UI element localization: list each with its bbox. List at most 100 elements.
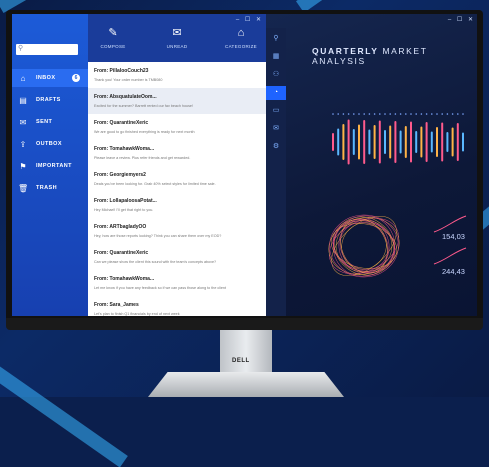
sidebar-item-label: INBOX (36, 75, 56, 81)
bar-dot (451, 113, 454, 115)
bar-dot (394, 113, 397, 115)
bar-dot (446, 113, 449, 115)
message-sender: From: QuarantineXeric (94, 250, 149, 256)
bar-graphic (462, 132, 464, 152)
bar-graphic (337, 128, 340, 156)
bar-dot (353, 113, 355, 115)
bar-dot (399, 113, 402, 115)
sent-icon: ✉ (19, 117, 27, 127)
list-item[interactable]: From: TomahawkWoma... Please leave a rev… (88, 140, 266, 166)
message-snippet: We are good to go finished everything is… (94, 130, 195, 134)
list-item[interactable]: From: TomahawkWoma... Let me know if you… (88, 270, 266, 296)
search-input[interactable]: ⚲ (16, 44, 78, 55)
bar-graphic (358, 124, 360, 160)
sidebar-item-trash[interactable]: 🗑 TRASH (12, 179, 88, 197)
sidebar-item-label: IMPORTANT (36, 163, 72, 169)
sidebar-item-inbox[interactable]: ⌂ INBOX 6 (12, 69, 88, 87)
message-snippet: Let's plan to finish Q1 financials by en… (94, 312, 180, 316)
bar-dot (389, 113, 391, 115)
list-item[interactable]: From: QuarantineXeric Can we please show… (88, 244, 266, 270)
bar-graphic (425, 122, 428, 162)
bar-graphic (436, 127, 438, 157)
message-sender: From: TomahawkWoma... (94, 276, 155, 282)
list-item[interactable]: From: Sara_James Let's plan to finish Q1… (88, 296, 266, 316)
list-item[interactable]: From: QuarantineXeric We are good to go … (88, 114, 266, 140)
bar-graphic (441, 122, 444, 162)
monitor-stand-neck (220, 330, 272, 374)
flag-icon: ⚑ (19, 161, 27, 171)
wave-line (332, 219, 396, 273)
sidebar-item-drafts[interactable]: ▤ DRAFTS (12, 91, 88, 109)
bar-dot (436, 113, 438, 115)
bar-dot (368, 113, 371, 115)
sidebar-item-label: SENT (36, 119, 53, 125)
list-item[interactable]: From: LollapaloosaPotat... Hey Michael! … (88, 192, 266, 218)
sidebar-item-sent[interactable]: ✉ SENT (12, 113, 88, 131)
list-item[interactable]: From: ARTbagladyOO Hey, how are those re… (88, 218, 266, 244)
message-snippet: Excited for the summer? Barrett rented o… (94, 104, 193, 108)
message-snippet: Hey, how are those reports looking? Thin… (94, 234, 222, 238)
bar-graphic (420, 126, 423, 158)
bar-dot (415, 113, 417, 115)
message-sender: From: QuarantineXeric (94, 120, 149, 126)
list-item[interactable]: From: Georgiemyers2 Deals you've been lo… (88, 166, 266, 192)
mail-toolbar: – ☐ ✕ ✎ COMPOSE ✉ UNREAD ⌂ CATEGORIZE (88, 14, 266, 62)
sidebar-item-outbox[interactable]: ⇪ OUTBOX (12, 135, 88, 153)
bar-graphic (410, 121, 412, 163)
categorize-label: CATEGORIZE (225, 44, 257, 49)
sidebar-item-label: OUTBOX (36, 141, 62, 147)
bar-dot (337, 113, 339, 115)
message-sender: From: AbsquatulateOom... (94, 94, 157, 100)
wave-line (335, 219, 393, 273)
bar-dot (431, 113, 433, 115)
bar-dot (462, 113, 464, 115)
bar-graphic (446, 132, 449, 152)
list-item[interactable]: From: PillalooCouch23 Thank you! Your or… (88, 62, 266, 88)
tag-icon: ⌂ (237, 27, 245, 39)
message-snippet: Please leave a review. Plus refer friend… (94, 156, 191, 160)
draft-icon: ▤ (19, 95, 27, 105)
bar-graphic (394, 121, 397, 163)
compose-button[interactable]: ✎ COMPOSE (88, 26, 138, 49)
wave-line (333, 216, 395, 276)
bar-graphic (368, 129, 371, 155)
brand-logo: DELL (232, 358, 250, 364)
bar-graphic (378, 120, 381, 164)
bar-dot (441, 113, 443, 115)
bar-graphic (373, 125, 376, 159)
envelope-icon: ✉ (172, 27, 182, 39)
categorize-button[interactable]: ⌂ CATEGORIZE (216, 26, 266, 49)
stat-value-2: 244,43 (442, 267, 465, 276)
pencil-icon: ✎ (108, 27, 118, 39)
bar-graphic (389, 125, 392, 159)
analytics-window: – ☐ ✕ ⚲ ▦ ⚇ ◔ ▭ ✉ ⚙ QUARTERLY MARKET ANA… (266, 14, 477, 316)
sidebar-item-label: TRASH (36, 185, 57, 191)
bar-graphic (415, 131, 418, 153)
sidebar-item-important[interactable]: ⚑ IMPORTANT (12, 157, 88, 175)
search-icon: ⚲ (18, 45, 24, 52)
bar-graphic (451, 127, 454, 157)
bar-graphic (404, 126, 407, 158)
bar-dot (410, 113, 412, 115)
list-item[interactable]: From: AbsquatulateOom... Excited for the… (88, 88, 266, 114)
bar-graphic (430, 131, 433, 153)
wave-line (330, 223, 398, 269)
wave-graphic (328, 214, 400, 278)
bar-dot (405, 113, 407, 115)
window-controls[interactable]: – ☐ ✕ (236, 16, 263, 23)
bar-dot (457, 113, 459, 115)
bar-graphic (352, 129, 355, 155)
compose-label: COMPOSE (100, 44, 126, 49)
bar-dot (425, 113, 428, 115)
unread-button[interactable]: ✉ UNREAD (152, 26, 202, 49)
message-sender: From: LollapaloosaPotat... (94, 198, 157, 204)
monitor-stand-base (148, 372, 344, 397)
bar-dot (332, 113, 334, 115)
message-snippet: Hey Michael! I'll get that right to you. (94, 208, 154, 212)
outbox-icon: ⇪ (19, 139, 27, 149)
bar-dot (342, 113, 345, 115)
monitor-chin (6, 318, 483, 330)
sparkline-2 (433, 247, 467, 265)
bar-graphic (456, 123, 459, 161)
message-snippet: Thank you! Your order number is TMB080 (94, 78, 163, 82)
